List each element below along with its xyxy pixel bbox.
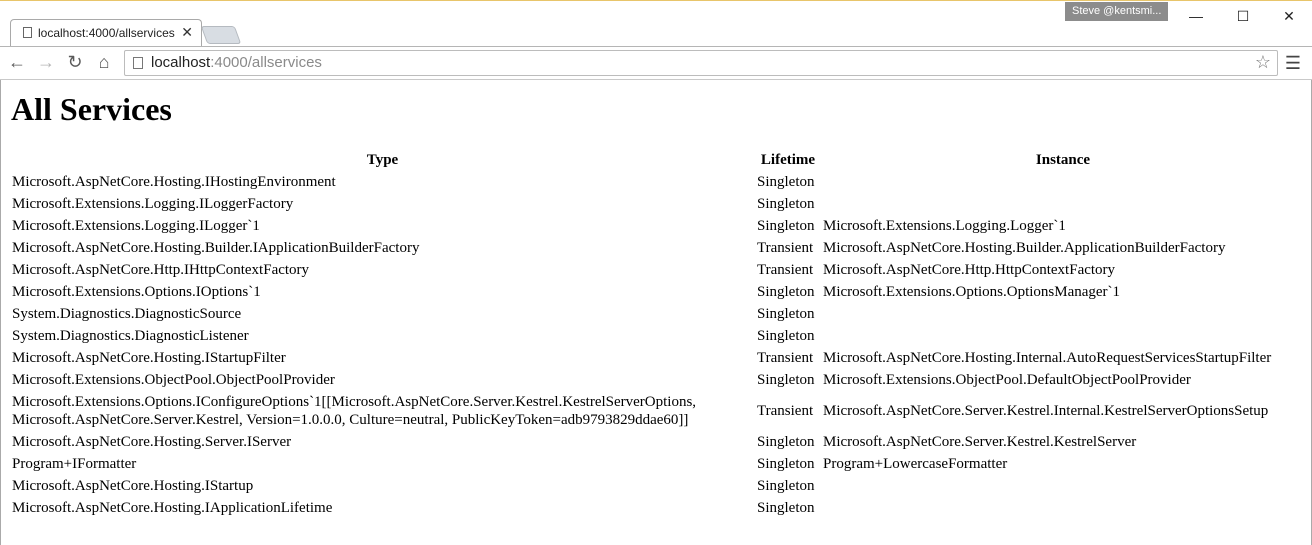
cell-type: Microsoft.Extensions.Options.IConfigureO… <box>12 394 697 428</box>
cell-type: Microsoft.AspNetCore.Hosting.Server.ISer… <box>12 434 292 450</box>
cell-instance <box>822 498 1304 518</box>
table-row: Microsoft.AspNetCore.Hosting.Builder.IAp… <box>11 238 1304 258</box>
cell-type: System.Diagnostics.DiagnosticSource <box>12 306 242 322</box>
cell-type: System.Diagnostics.DiagnosticListener <box>12 328 249 344</box>
cell-instance <box>822 326 1304 346</box>
table-row: Microsoft.Extensions.Options.IConfigureO… <box>11 392 1304 430</box>
cell-instance <box>822 194 1304 214</box>
cell-lifetime: Singleton <box>757 196 815 212</box>
url-host: localhost <box>151 54 211 71</box>
cell-lifetime: Singleton <box>757 500 815 516</box>
close-tab-icon[interactable]: ✕ <box>181 24 193 40</box>
table-row: Microsoft.AspNetCore.Http.IHttpContextFa… <box>11 260 1304 280</box>
address-bar[interactable]: localhost:4000/allservices ☆ <box>124 50 1278 76</box>
cell-type: Microsoft.AspNetCore.Http.IHttpContextFa… <box>12 262 310 278</box>
header-instance: Instance <box>1035 151 1091 168</box>
table-row: Microsoft.AspNetCore.Hosting.IStartup Sin… <box>11 476 1304 496</box>
cell-type: Microsoft.AspNetCore.Hosting.IStartupFil… <box>12 350 286 366</box>
close-window-icon[interactable]: ✕ <box>1279 6 1299 26</box>
cell-instance: Microsoft.Extensions.Options.OptionsMana… <box>823 284 1121 300</box>
table-row: Microsoft.AspNetCore.Hosting.IApplicatio… <box>11 498 1304 518</box>
minimize-icon[interactable]: — <box>1186 6 1206 26</box>
header-type: Type <box>366 151 399 168</box>
cell-type: Microsoft.AspNetCore.Hosting.Builder.IAp… <box>12 240 420 256</box>
cell-lifetime: Transient <box>757 240 814 256</box>
table-row: Microsoft.Extensions.Options.IOptions`1 S… <box>11 282 1304 302</box>
tab-title: localhost:4000/allservices <box>38 26 175 40</box>
table-row: Microsoft.AspNetCore.Hosting.IStartupFil… <box>11 348 1304 368</box>
table-row: Microsoft.Extensions.ObjectPool.ObjectPo… <box>11 370 1304 390</box>
cell-lifetime: Singleton <box>757 284 815 300</box>
cell-instance: Microsoft.Extensions.ObjectPool.DefaultO… <box>823 372 1191 388</box>
cell-lifetime: Singleton <box>757 372 815 388</box>
cell-lifetime: Transient <box>757 350 814 366</box>
cell-lifetime: Singleton <box>757 306 815 322</box>
forward-icon[interactable]: → <box>36 52 56 72</box>
new-tab-button[interactable] <box>200 26 242 44</box>
star-icon[interactable]: ☆ <box>1255 52 1271 73</box>
cell-instance: Microsoft.AspNetCore.Http.HttpContextFac… <box>823 262 1116 278</box>
cell-instance <box>822 304 1304 324</box>
cell-lifetime: Singleton <box>757 478 815 494</box>
cell-instance <box>822 476 1304 496</box>
cell-type: Microsoft.Extensions.Options.IOptions`1 <box>12 284 261 300</box>
table-row: Microsoft.Extensions.Logging.ILoggerFact… <box>11 194 1304 214</box>
table-row: System.Diagnostics.DiagnosticSource Singl… <box>11 304 1304 324</box>
cell-type: Microsoft.AspNetCore.Hosting.IStartup <box>12 478 254 494</box>
cell-lifetime: Singleton <box>757 174 815 190</box>
page-icon <box>133 57 143 69</box>
url-path: :4000/allservices <box>210 54 322 71</box>
table-row: Microsoft.AspNetCore.Hosting.IHostingEnv… <box>11 172 1304 192</box>
table-row: System.Diagnostics.DiagnosticListener Sin… <box>11 326 1304 346</box>
cell-lifetime: Transient <box>757 403 814 419</box>
table-row: Microsoft.Extensions.Logging.ILogger`1 Si… <box>11 216 1304 236</box>
back-icon[interactable]: ← <box>7 52 27 72</box>
menu-icon[interactable]: ☰ <box>1283 53 1303 73</box>
cell-type: Microsoft.Extensions.Logging.ILoggerFact… <box>12 196 294 212</box>
cell-instance: Microsoft.Extensions.Logging.Logger`1 <box>823 218 1066 234</box>
home-icon[interactable]: ⌂ <box>94 52 114 72</box>
table-row: Program+IFormatter Singleton Program+Lower… <box>11 454 1304 474</box>
url-text[interactable]: localhost:4000/allservices <box>151 54 322 71</box>
cell-type: Microsoft.AspNetCore.Hosting.IApplicatio… <box>12 500 333 516</box>
cell-lifetime: Singleton <box>757 328 815 344</box>
cell-type: Program+IFormatter <box>12 456 137 472</box>
cell-instance: Microsoft.AspNetCore.Server.Kestrel.Kest… <box>823 434 1137 450</box>
cell-lifetime: Singleton <box>757 456 815 472</box>
page-title: All Services <box>11 91 172 127</box>
table-row: Microsoft.AspNetCore.Hosting.Server.ISer… <box>11 432 1304 452</box>
cell-instance: Microsoft.AspNetCore.Server.Kestrel.Inte… <box>823 403 1269 419</box>
maximize-icon[interactable]: ☐ <box>1233 6 1253 26</box>
cell-instance: Microsoft.AspNetCore.Hosting.Internal.Au… <box>823 350 1272 366</box>
page-icon <box>23 27 32 38</box>
cell-instance: Microsoft.AspNetCore.Hosting.Builder.App… <box>823 240 1226 256</box>
cell-type: Microsoft.Extensions.Logging.ILogger`1 <box>12 218 260 234</box>
table-header-row: Type Lifetime Instance <box>11 150 1304 170</box>
cell-type: Microsoft.AspNetCore.Hosting.IHostingEnv… <box>12 174 336 190</box>
cell-lifetime: Transient <box>757 262 814 278</box>
page-content: All Services Type Lifetime Instance Micr… <box>0 80 1312 545</box>
cell-instance: Program+LowercaseFormatter <box>823 456 1008 472</box>
browser-tab[interactable]: localhost:4000/allservices ✕ <box>10 19 202 47</box>
header-lifetime: Lifetime <box>760 151 816 168</box>
reload-icon[interactable]: ↻ <box>65 52 85 72</box>
cell-lifetime: Singleton <box>757 434 815 450</box>
cell-type: Microsoft.Extensions.ObjectPool.ObjectPo… <box>12 372 335 388</box>
services-table: Type Lifetime Instance Microsoft.AspNetC… <box>9 148 1306 520</box>
browser-titlebar: localhost:4000/allservices ✕ Steve @kent… <box>0 0 1312 47</box>
cell-instance <box>822 172 1304 192</box>
browser-toolbar: ← → ↻ ⌂ localhost:4000/allservices ☆ ☰ <box>0 46 1312 80</box>
profile-button[interactable]: Steve @kentsmi... <box>1065 2 1168 21</box>
cell-lifetime: Singleton <box>757 218 815 234</box>
